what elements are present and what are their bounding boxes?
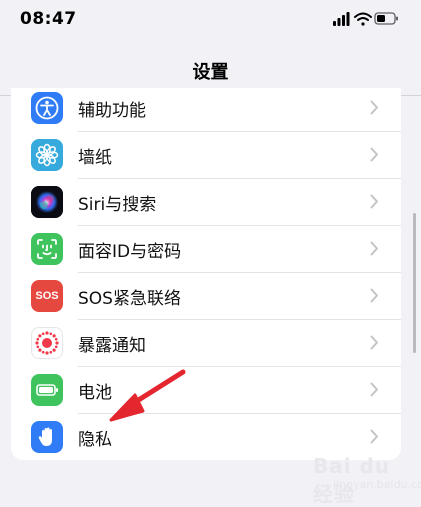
wallpaper-flower-icon (31, 139, 63, 171)
status-time: 08:47 (20, 9, 77, 29)
settings-item-exposure-notifications[interactable]: 暴露通知 (11, 320, 401, 367)
settings-item-face-id[interactable]: 面容ID与密码 (11, 226, 401, 273)
siri-icon (31, 186, 63, 218)
privacy-hand-icon (31, 421, 63, 453)
settings-item-accessibility[interactable]: 辅助功能 (11, 88, 401, 132)
watermark-subtext: jingyan.baidu.com (333, 478, 421, 491)
sos-icon-text: SOS (35, 290, 59, 302)
settings-item-battery[interactable]: 电池 (11, 367, 401, 414)
settings-item-label: Siri与搜索 (78, 195, 157, 215)
signal-icon (333, 12, 350, 26)
chevron-right-icon (370, 382, 379, 401)
chevron-right-icon (370, 288, 379, 307)
chevron-right-icon (370, 147, 379, 166)
page-title: 设置 (192, 62, 229, 83)
settings-item-siri[interactable]: Siri与搜索 (11, 179, 401, 226)
wifi-icon (354, 12, 372, 26)
exposure-notification-icon (31, 327, 63, 359)
settings-item-label: 暴露通知 (78, 336, 146, 356)
status-bar: 08:47 (0, 0, 421, 40)
settings-item-label: 面容ID与密码 (78, 242, 182, 262)
scroll-indicator[interactable] (413, 213, 416, 353)
baidu-watermark: Bai du 经验 jingyan.baidu.com (311, 450, 421, 506)
settings-item-label: SOS紧急联络 (78, 289, 181, 309)
chevron-right-icon (370, 241, 379, 260)
status-icons (333, 10, 399, 30)
settings-list: 辅助功能 墙纸 Siri与搜索 面容ID与密码 SOS SOS紧急联络 暴露通知… (11, 88, 401, 460)
chevron-right-icon (370, 335, 379, 354)
settings-item-label: 辅助功能 (78, 101, 146, 121)
chevron-right-icon (370, 100, 379, 119)
accessibility-icon (31, 92, 63, 124)
face-id-icon (31, 233, 63, 265)
settings-item-label: 墙纸 (78, 148, 112, 168)
red-arrow-annotation (105, 368, 189, 430)
battery-icon (374, 12, 398, 25)
chevron-right-icon (370, 194, 379, 213)
sos-icon: SOS (31, 280, 63, 312)
battery-app-icon (31, 374, 63, 406)
settings-item-wallpaper[interactable]: 墙纸 (11, 132, 401, 179)
settings-item-emergency-sos[interactable]: SOS SOS紧急联络 (11, 273, 401, 320)
chevron-right-icon (370, 429, 379, 448)
